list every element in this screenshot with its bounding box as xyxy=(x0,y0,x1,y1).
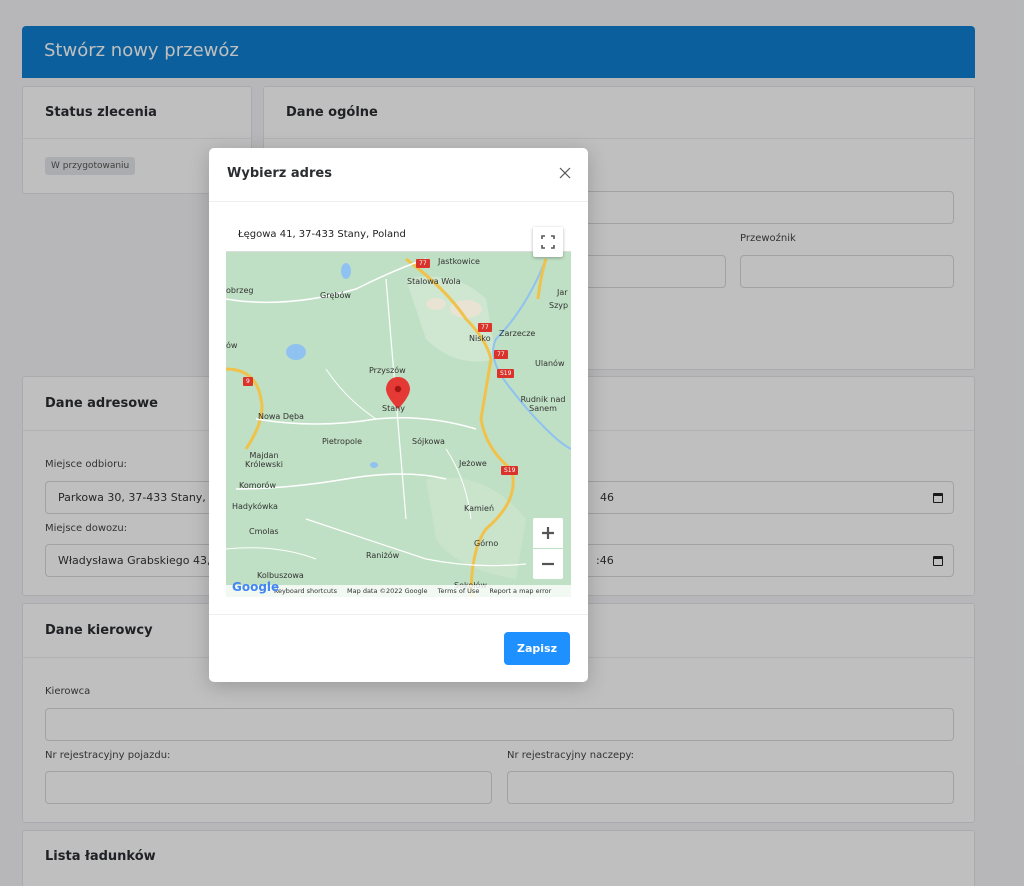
address-picker-modal: Wybierz adres Łęgowa 41, 37-433 Stany, P… xyxy=(209,148,588,682)
map-place-label: Majdan Królewski xyxy=(245,451,283,469)
map-place-label: Stany xyxy=(382,404,405,413)
map-place-label: Komorów xyxy=(239,481,276,490)
map-place-label: Górno xyxy=(474,539,499,548)
keyboard-shortcuts-link[interactable]: Keyboard shortcuts xyxy=(274,587,337,595)
zoom-out-icon[interactable] xyxy=(533,549,563,579)
map-place-label: Jeżowe xyxy=(459,459,487,468)
google-logo: Google xyxy=(232,580,280,594)
map-place-label: Nisko xyxy=(469,334,491,343)
map-place-label: Rudnik nad Sanem xyxy=(520,395,566,413)
map-place-label: Hadykówka xyxy=(232,502,278,511)
map-place-label: Jastkowice xyxy=(438,257,480,266)
map-place-label: Grębów xyxy=(320,291,351,300)
map-place-label: Raniżów xyxy=(366,551,400,560)
modal-divider xyxy=(209,201,588,202)
map-place-label: Przyszów xyxy=(369,366,406,375)
map-place-label: Nowa Dęba xyxy=(258,412,304,421)
map-place-label: obrzeg xyxy=(226,286,254,295)
zoom-in-icon[interactable] xyxy=(533,518,563,548)
map-place-label: Jar xyxy=(557,288,568,297)
google-map[interactable]: Łęgowa 41, 37-433 Stany, Poland Jastkowi… xyxy=(226,219,571,597)
map-place-label: Stalowa Wola xyxy=(407,277,461,286)
save-button[interactable]: Zapisz xyxy=(504,632,570,665)
map-data-label: Map data ©2022 Google xyxy=(347,587,428,595)
road-shield: S19 xyxy=(501,466,519,475)
modal-title: Wybierz adres xyxy=(227,166,332,181)
modal-divider xyxy=(209,614,588,615)
road-shield: S19 xyxy=(497,369,515,378)
road-shield: 77 xyxy=(478,323,492,332)
map-place-label: ów xyxy=(226,341,238,350)
map-place-label: Zarzecze xyxy=(499,329,536,338)
fullscreen-icon[interactable] xyxy=(533,227,563,257)
map-place-label: Ulanów xyxy=(535,359,565,368)
map-place-label: Kolbuszowa xyxy=(257,571,304,580)
road-shield: 9 xyxy=(243,377,253,386)
road-shield: 77 xyxy=(494,350,508,359)
map-address-display: Łęgowa 41, 37-433 Stany, Poland xyxy=(226,219,571,252)
map-place-label: Pietropole xyxy=(322,437,363,446)
close-icon[interactable] xyxy=(558,166,572,180)
map-place-label: Kamień xyxy=(464,504,495,513)
map-place-label: Sójkowa xyxy=(412,437,445,446)
map-place-label: Szyp xyxy=(549,301,569,310)
road-shield: 77 xyxy=(416,259,430,268)
report-error-link[interactable]: Report a map error xyxy=(489,587,551,595)
map-place-label: Cmolas xyxy=(249,527,279,536)
terms-link[interactable]: Terms of Use xyxy=(438,587,480,595)
